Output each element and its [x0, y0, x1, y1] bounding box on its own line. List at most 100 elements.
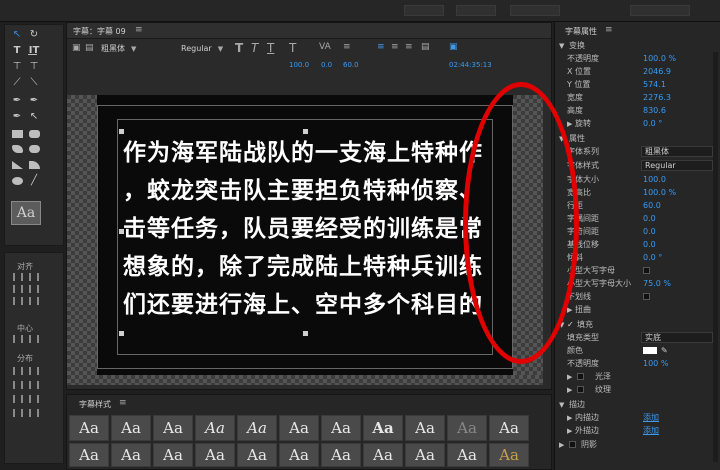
bounding-handle[interactable]	[303, 331, 308, 336]
style-swatch[interactable]: Aa	[321, 443, 361, 467]
style-swatch[interactable]: Aa	[111, 415, 151, 441]
align-left-text-icon[interactable]: ≡	[377, 42, 385, 52]
panel-menu-icon[interactable]: ≡	[605, 25, 613, 35]
font-family-select[interactable]: 粗黑体	[641, 146, 713, 157]
vertical-area-type-icon[interactable]: ⊤	[27, 61, 41, 73]
rounded-corner-rect-icon[interactable]	[29, 130, 40, 138]
height-value[interactable]: 830.6	[643, 105, 666, 117]
opacity-value[interactable]: 100.0 %	[643, 53, 676, 65]
font-style-dropdown[interactable]: Regular ▼	[181, 43, 223, 54]
style-swatch[interactable]: Aa	[69, 443, 109, 467]
show-background-video-icon[interactable]: ▣	[449, 42, 458, 52]
distribute-icon[interactable]	[13, 367, 23, 375]
style-swatch[interactable]: Aa	[195, 415, 235, 441]
distribute-icon[interactable]	[29, 395, 39, 403]
area-type-tool-icon[interactable]: I͟T	[27, 45, 41, 57]
align-right-text-icon[interactable]: ≡	[405, 42, 413, 52]
style-swatch[interactable]: Aa	[321, 415, 361, 441]
rotation-value[interactable]: 0.0 °	[643, 118, 662, 130]
fill-opacity-value[interactable]: 100 %	[643, 358, 668, 370]
fill-type-select[interactable]: 实底	[641, 332, 713, 343]
distribute-icon[interactable]	[29, 409, 39, 417]
kerning-value[interactable]: 0.0	[321, 61, 332, 69]
kerning-icon[interactable]: VA	[319, 42, 331, 52]
chevron-right-icon[interactable]: ▶	[567, 384, 572, 396]
properties-scrollbar[interactable]	[713, 52, 718, 462]
arc-tool-icon[interactable]	[29, 161, 40, 169]
style-swatch[interactable]: Aa	[405, 415, 445, 441]
align-bottom-icon[interactable]	[29, 297, 39, 305]
rotation-tool-icon[interactable]: ↻	[27, 29, 41, 41]
x-value[interactable]: 2046.9	[643, 66, 671, 78]
chevron-right-icon[interactable]: ▶	[567, 412, 572, 424]
chevron-right-icon[interactable]: ▶	[567, 118, 572, 130]
vertical-path-type-icon[interactable]: ⟋	[10, 77, 24, 89]
selection-tool-icon[interactable]: ↖	[10, 29, 24, 41]
delete-anchor-icon[interactable]: ✒	[27, 95, 41, 107]
align-left-icon[interactable]	[13, 273, 23, 281]
top-control[interactable]	[456, 5, 496, 16]
new-title-icon[interactable]: ▣	[72, 43, 81, 53]
bounding-handle[interactable]	[119, 129, 124, 134]
slant-value[interactable]: 0.0 °	[643, 252, 662, 264]
align-center-text-icon[interactable]: ≡	[391, 42, 399, 52]
editor-tab-title[interactable]: 字幕：字幕 09	[73, 26, 126, 37]
align-middle-icon[interactable]	[29, 285, 39, 293]
distribute-icon[interactable]	[29, 381, 39, 389]
bounding-handle[interactable]	[119, 229, 124, 234]
top-control[interactable]	[630, 5, 690, 16]
style-swatch[interactable]: Aa	[363, 443, 403, 467]
smallcaps-checkbox[interactable]	[643, 267, 650, 274]
eyedropper-icon[interactable]: ✎	[661, 345, 668, 357]
font-style-select[interactable]: Regular	[641, 160, 713, 171]
panel-menu-icon[interactable]: ≡	[119, 398, 127, 408]
leading-value[interactable]: 60.0	[343, 61, 359, 69]
style-swatch[interactable]: Aa	[447, 443, 487, 467]
timecode[interactable]: 02:44:35:13	[449, 61, 492, 69]
line-tool-icon[interactable]: ╱	[27, 175, 41, 187]
add-anchor-icon[interactable]: ✒	[10, 111, 24, 123]
sheen-checkbox[interactable]	[577, 373, 584, 380]
transform-section[interactable]: ▼ 变换	[555, 40, 720, 52]
bold-icon[interactable]: T	[235, 41, 243, 55]
stroke-section[interactable]: ▼ 描边	[555, 399, 720, 411]
background-video-icon[interactable]: ▤	[85, 43, 94, 53]
align-top-icon[interactable]	[13, 285, 23, 293]
leading-value[interactable]: 60.0	[643, 200, 661, 212]
style-swatch[interactable]: Aa	[237, 415, 277, 441]
smallcaps-size-value[interactable]: 75.0 %	[643, 278, 671, 290]
font-family-dropdown[interactable]: 粗黑体 ▼	[101, 43, 136, 54]
rectangle-tool-icon[interactable]	[12, 130, 23, 138]
add-outer-stroke-link[interactable]: 添加	[643, 425, 659, 437]
font-size-value[interactable]: 100.0	[643, 174, 666, 186]
color-swatch[interactable]	[643, 347, 657, 354]
texture-checkbox[interactable]	[577, 386, 584, 393]
distribute-icon[interactable]	[13, 409, 23, 417]
path-type-tool-icon[interactable]: ⊤	[10, 61, 24, 73]
clipped-rect-icon[interactable]	[12, 145, 23, 153]
kerning-value[interactable]: 0.0	[643, 213, 656, 225]
baseline-value[interactable]: 0.0	[643, 239, 656, 251]
convert-anchor-icon[interactable]: ↖	[27, 111, 41, 123]
style-swatch[interactable]: Aa	[489, 443, 529, 467]
wedge-tool-icon[interactable]	[12, 161, 23, 169]
style-swatch[interactable]: Aa	[363, 415, 403, 441]
title-text-line[interactable]: ，蛟龙突击队主要担负特种侦察、	[123, 171, 483, 205]
style-swatch[interactable]: Aa	[279, 415, 319, 441]
vertical-type-icon[interactable]: ⟍	[27, 77, 41, 89]
add-inner-stroke-link[interactable]: 添加	[643, 412, 659, 424]
y-value[interactable]: 574.1	[643, 79, 666, 91]
style-swatch[interactable]: Aa	[195, 443, 235, 467]
style-swatch[interactable]: Aa	[489, 415, 529, 441]
title-text-line[interactable]: 击等任务，队员要经受的训练是常	[123, 209, 483, 243]
panel-menu-icon[interactable]: ≡	[135, 25, 143, 35]
aspect-value[interactable]: 100.0 %	[643, 187, 676, 199]
rounded-rect-icon[interactable]	[29, 145, 40, 153]
fill-section[interactable]: ▼ ✓ 填充	[555, 319, 720, 331]
type-tool-icon[interactable]: T	[10, 45, 24, 57]
title-text-line[interactable]: 作为海军陆战队的一支海上特种作	[123, 133, 483, 167]
style-swatch[interactable]: Aa	[69, 415, 109, 441]
top-control[interactable]	[404, 5, 444, 16]
italic-icon[interactable]: T	[251, 41, 258, 55]
center-vertical-icon[interactable]	[29, 335, 39, 343]
